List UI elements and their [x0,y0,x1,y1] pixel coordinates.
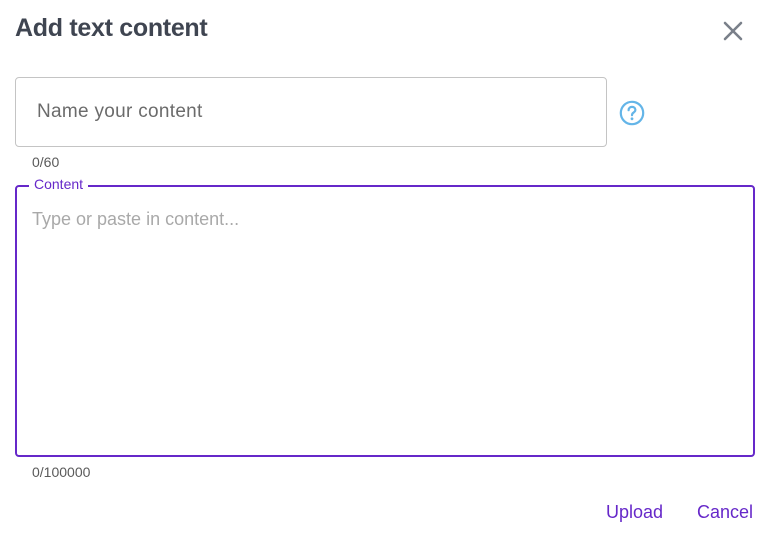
add-text-content-dialog: Add text content 0/60 Content 0/100000 U… [0,0,769,536]
content-field: Content [15,176,755,457]
cancel-button[interactable]: Cancel [697,502,753,523]
content-name-field [15,77,607,147]
content-textarea[interactable] [17,187,753,455]
help-button[interactable] [619,100,645,126]
content-name-input[interactable] [16,78,606,146]
close-button[interactable] [718,16,748,46]
close-icon [723,21,743,41]
upload-button[interactable]: Upload [606,502,663,523]
name-character-counter: 0/60 [32,154,60,170]
dialog-title: Add text content [15,14,208,42]
content-character-counter: 0/100000 [32,464,91,480]
help-circle-icon [619,100,645,126]
